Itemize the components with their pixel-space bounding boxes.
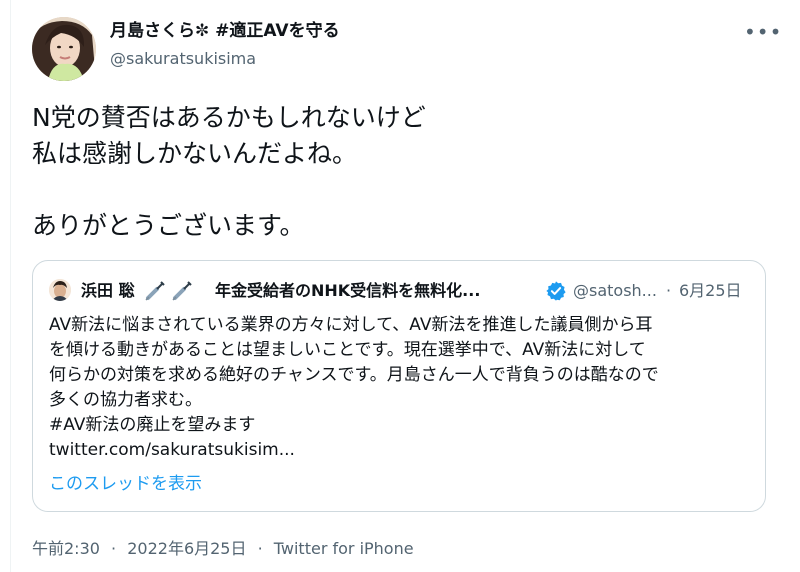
quoted-tweet-text: AV新法に悩まされている業界の方々に対して、AV新法を推進した議員側から耳 を傾… — [49, 315, 659, 460]
tweet-source[interactable]: Twitter for iPhone — [274, 539, 414, 558]
meta-separator: · — [111, 539, 117, 558]
quoted-author-avatar[interactable] — [49, 279, 71, 301]
timeline-divider — [10, 0, 11, 572]
show-thread-link[interactable]: このスレッドを表示 — [49, 472, 202, 496]
author-handle[interactable]: @sakuratsukisima — [110, 49, 256, 69]
quoted-meta-separator: · — [666, 281, 672, 300]
avatar-image — [32, 17, 96, 81]
quoted-tweet[interactable]: 浜田 聡 年金受給者のNHK受信料を無料化... @satosh... · 6月… — [32, 260, 766, 512]
tweet-card: 月島さくら✼ #適正AVを守る @sakuratsukisima ••• N党の… — [0, 0, 800, 572]
tweet-text: N党の賛否はあるかもしれないけど 私は感謝しかないんだよね。 ありがとうございま… — [32, 103, 426, 240]
syringe-icon — [145, 281, 165, 301]
verified-badge-icon — [546, 281, 566, 301]
author-avatar[interactable] — [32, 17, 96, 81]
tweet-time[interactable]: 午前2:30 — [32, 539, 100, 558]
author-display-name[interactable]: 月島さくら✼ #適正AVを守る — [110, 20, 340, 42]
quoted-author-handle[interactable]: @satosh... — [573, 280, 657, 302]
more-options-icon[interactable]: ••• — [744, 22, 781, 42]
quoted-author-bio-name[interactable]: 年金受給者のNHK受信料を無料化... — [215, 280, 480, 302]
meta-separator: · — [257, 539, 263, 558]
tweet-date[interactable]: 2022年6月25日 — [127, 539, 246, 558]
quoted-avatar-image — [49, 279, 71, 301]
syringe-icon — [172, 281, 192, 301]
quoted-author-name[interactable]: 浜田 聡 — [81, 280, 135, 302]
tweet-meta: 午前2:30 · 2022年6月25日 · Twitter for iPhone — [32, 538, 414, 560]
quoted-date[interactable]: 6月25日 — [679, 280, 742, 302]
